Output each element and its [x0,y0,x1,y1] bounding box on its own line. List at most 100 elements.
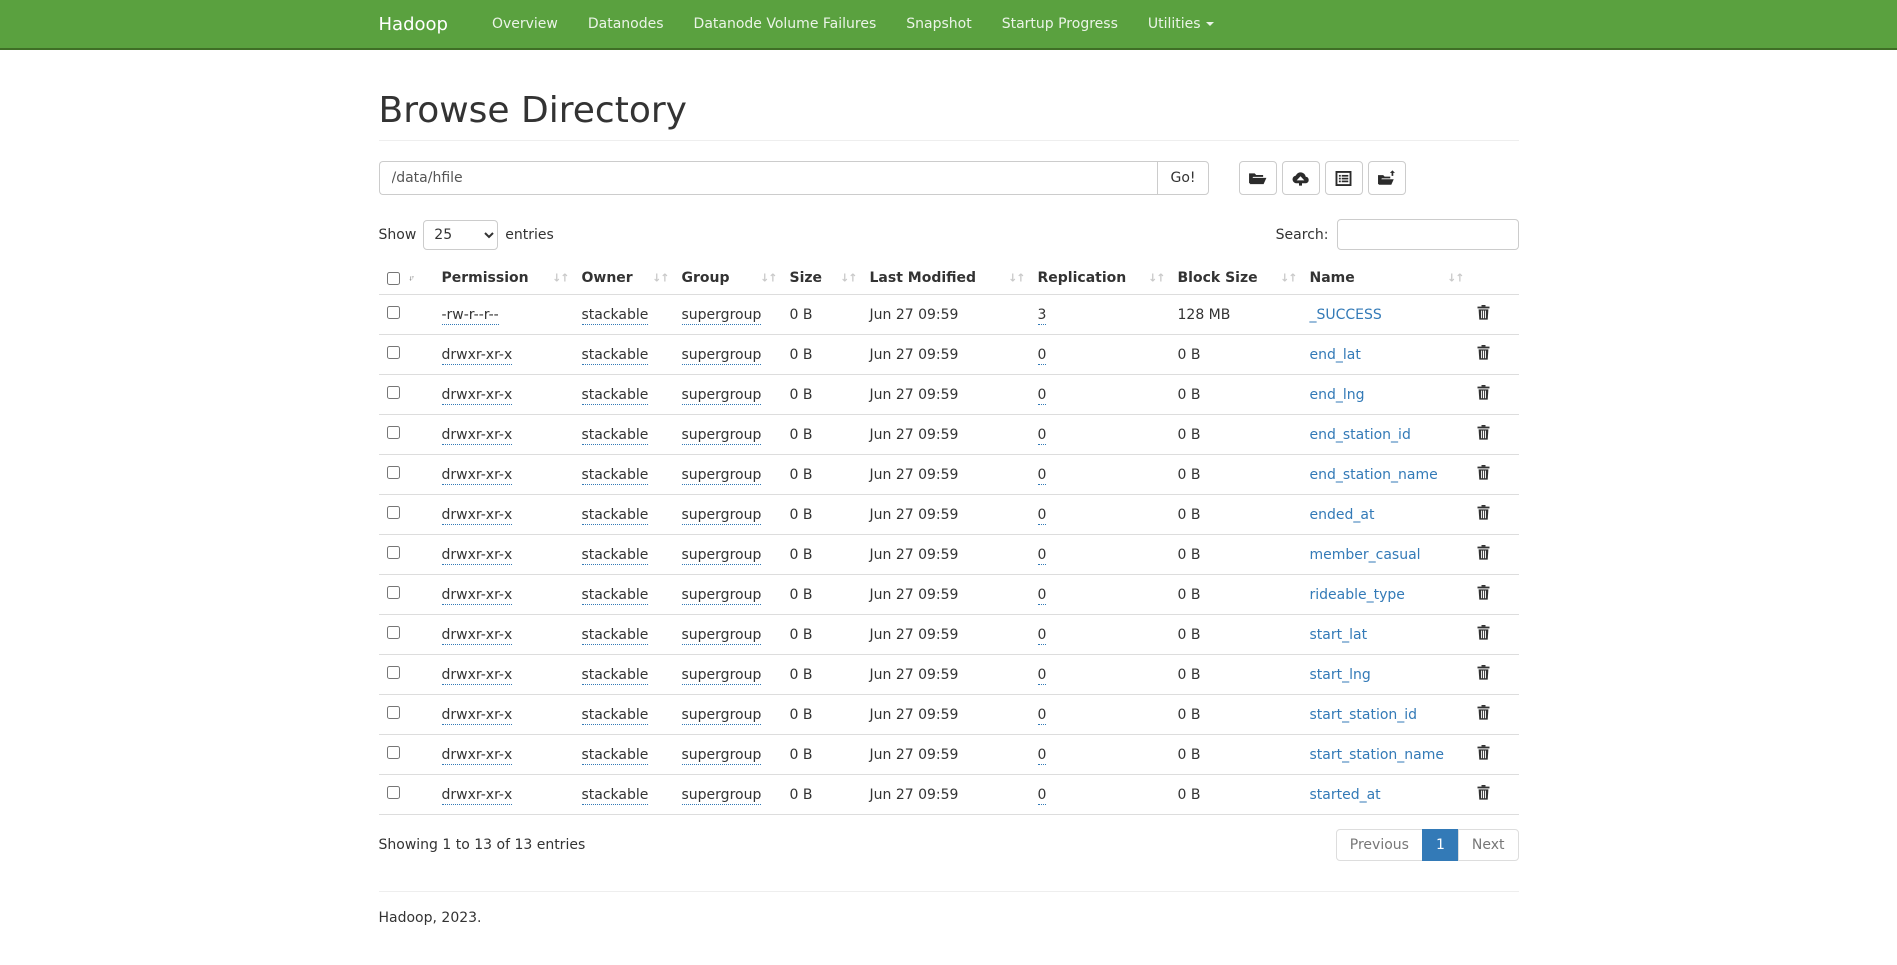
owner-value[interactable]: stackable [582,707,649,725]
owner-value[interactable]: stackable [582,627,649,645]
replication-value[interactable]: 0 [1038,587,1047,605]
row-select-checkbox[interactable] [387,546,400,559]
permission-value[interactable]: drwxr-xr-x [442,347,513,365]
replication-value[interactable]: 0 [1038,347,1047,365]
row-select-checkbox[interactable] [387,586,400,599]
row-select-checkbox[interactable] [387,386,400,399]
row-select-checkbox[interactable] [387,786,400,799]
navbar-brand[interactable]: Hadoop [379,0,463,48]
delete-file-button[interactable] [1477,305,1490,320]
file-link[interactable]: member_casual [1310,547,1421,563]
select-all-checkbox[interactable] [387,272,400,285]
row-select-checkbox[interactable] [387,306,400,319]
group-value[interactable]: supergroup [682,787,762,805]
file-link[interactable]: started_at [1310,787,1381,803]
delete-file-button[interactable] [1477,345,1490,360]
file-link[interactable]: end_station_name [1310,467,1438,483]
delete-file-button[interactable] [1477,585,1490,600]
header-permission[interactable]: Permission ↓↑ [434,262,574,295]
permission-value[interactable]: drwxr-xr-x [442,467,513,485]
delete-file-button[interactable] [1477,625,1490,640]
file-link[interactable]: _SUCCESS [1310,307,1382,323]
row-select-checkbox[interactable] [387,746,400,759]
delete-file-button[interactable] [1477,665,1490,680]
group-value[interactable]: supergroup [682,587,762,605]
row-select-checkbox[interactable] [387,706,400,719]
owner-value[interactable]: stackable [582,387,649,405]
delete-file-button[interactable] [1477,465,1490,480]
header-last-modified[interactable]: Last Modified ↓↑ [862,262,1030,295]
go-button[interactable]: Go! [1157,161,1208,195]
nav-link[interactable]: Startup Progress [987,0,1133,48]
replication-value[interactable]: 0 [1038,707,1047,725]
header-select-all[interactable] [379,262,434,295]
group-value[interactable]: supergroup [682,667,762,685]
group-value[interactable]: supergroup [682,627,762,645]
file-link[interactable]: start_lng [1310,667,1371,683]
file-link[interactable]: start_station_id [1310,707,1418,723]
header-block-size[interactable]: Block Size ↓↑ [1170,262,1302,295]
owner-value[interactable]: stackable [582,667,649,685]
replication-value[interactable]: 3 [1038,307,1047,325]
delete-file-button[interactable] [1477,505,1490,520]
file-link[interactable]: rideable_type [1310,587,1405,603]
group-value[interactable]: supergroup [682,507,762,525]
owner-value[interactable]: stackable [582,787,649,805]
delete-file-button[interactable] [1477,385,1490,400]
upload-file-button[interactable] [1282,161,1320,195]
permission-value[interactable]: drwxr-xr-x [442,587,513,605]
owner-value[interactable]: stackable [582,347,649,365]
search-input[interactable] [1337,219,1519,250]
replication-value[interactable]: 0 [1038,547,1047,565]
page-length-select[interactable]: 25 [423,220,498,250]
nav-link[interactable]: Datanode Volume Failures [679,0,892,48]
row-select-checkbox[interactable] [387,346,400,359]
nav-link-utilities[interactable]: Utilities [1133,0,1229,48]
file-link[interactable]: end_station_id [1310,427,1411,443]
permission-value[interactable]: drwxr-xr-x [442,627,513,645]
group-value[interactable]: supergroup [682,427,762,445]
pagination-previous[interactable]: Previous [1336,829,1423,861]
group-value[interactable]: supergroup [682,547,762,565]
owner-value[interactable]: stackable [582,587,649,605]
create-directory-button[interactable] [1368,161,1406,195]
nav-link[interactable]: Datanodes [573,0,679,48]
header-owner[interactable]: Owner ↓↑ [574,262,674,295]
replication-value[interactable]: 0 [1038,467,1047,485]
delete-file-button[interactable] [1477,425,1490,440]
row-select-checkbox[interactable] [387,506,400,519]
group-value[interactable]: supergroup [682,707,762,725]
file-link[interactable]: start_lat [1310,627,1368,643]
group-value[interactable]: supergroup [682,467,762,485]
owner-value[interactable]: stackable [582,507,649,525]
row-select-checkbox[interactable] [387,626,400,639]
row-select-checkbox[interactable] [387,426,400,439]
permission-value[interactable]: drwxr-xr-x [442,547,513,565]
header-group[interactable]: Group ↓↑ [674,262,782,295]
group-value[interactable]: supergroup [682,347,762,365]
group-value[interactable]: supergroup [682,747,762,765]
replication-value[interactable]: 0 [1038,667,1047,685]
replication-value[interactable]: 0 [1038,507,1047,525]
nav-link[interactable]: Snapshot [891,0,986,48]
file-link[interactable]: end_lat [1310,347,1361,363]
replication-value[interactable]: 0 [1038,747,1047,765]
owner-value[interactable]: stackable [582,747,649,765]
nav-link[interactable]: Overview [477,0,573,48]
replication-value[interactable]: 0 [1038,627,1047,645]
delete-file-button[interactable] [1477,705,1490,720]
group-value[interactable]: supergroup [682,307,762,325]
list-alt-button[interactable] [1325,161,1363,195]
header-name[interactable]: Name ↓↑ [1302,262,1469,295]
row-select-checkbox[interactable] [387,466,400,479]
replication-value[interactable]: 0 [1038,427,1047,445]
header-replication[interactable]: Replication ↓↑ [1030,262,1170,295]
directory-path-input[interactable] [379,161,1158,195]
group-value[interactable]: supergroup [682,387,762,405]
replication-value[interactable]: 0 [1038,387,1047,405]
row-select-checkbox[interactable] [387,666,400,679]
permission-value[interactable]: drwxr-xr-x [442,787,513,805]
pagination-next[interactable]: Next [1459,829,1519,861]
pagination-page-1[interactable]: 1 [1423,829,1459,861]
delete-file-button[interactable] [1477,545,1490,560]
